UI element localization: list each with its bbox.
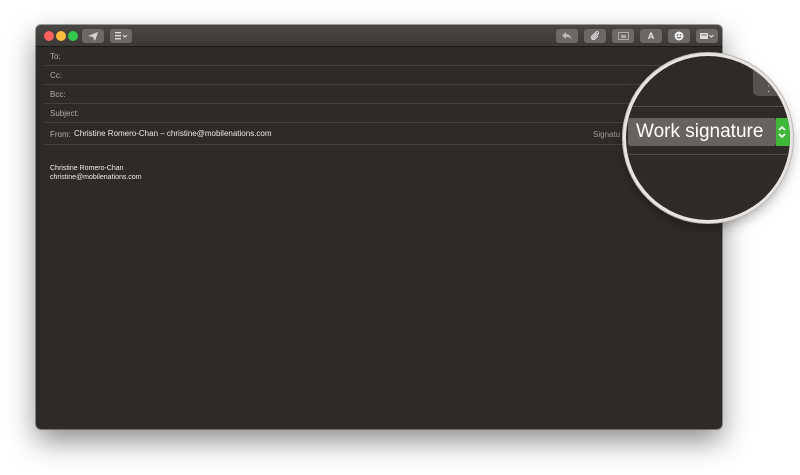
- from-label: From:: [50, 130, 71, 139]
- close-window-button[interactable]: [44, 31, 54, 41]
- minimize-window-button[interactable]: [56, 31, 66, 41]
- to-label: To:: [50, 52, 61, 61]
- zoom-magnifier: ⁚ Work signature: [626, 56, 790, 220]
- emoji-button[interactable]: [668, 29, 690, 43]
- titlebar: A: [36, 25, 722, 47]
- send-button[interactable]: [82, 29, 104, 43]
- format-text-button[interactable]: A: [640, 29, 662, 43]
- magnified-button-icon: ⁚: [767, 84, 771, 94]
- header-fields-button[interactable]: [110, 29, 132, 43]
- reply-button[interactable]: [556, 29, 578, 43]
- bcc-field[interactable]: Bcc:: [44, 85, 722, 104]
- from-row: From: Christine Romero-Chan – christine@…: [44, 123, 722, 145]
- magnified-divider-lower: [626, 154, 790, 155]
- compose-window: A To: Cc: Bcc: Subject: From: Christine …: [36, 25, 722, 429]
- signature-name: Christine Romero-Chan: [50, 165, 124, 172]
- from-account-select[interactable]: Christine Romero-Chan – christine@mobile…: [74, 129, 272, 138]
- signature-select-value: Work signature: [636, 121, 764, 142]
- reply-icon: [562, 32, 572, 40]
- signature-label: Signatu: [593, 130, 621, 139]
- signature-email: christine@mobilenations.com: [50, 174, 142, 181]
- bcc-label: Bcc:: [50, 90, 66, 99]
- subject-label: Subject:: [50, 109, 79, 118]
- maximize-window-button[interactable]: [68, 31, 78, 41]
- chevron-up-down-icon: [778, 125, 786, 139]
- stationery-icon: [700, 33, 714, 39]
- format-text-icon: A: [647, 31, 655, 41]
- send-icon: [88, 31, 98, 41]
- header-fields-icon: [114, 32, 127, 40]
- photo-browser-icon: [617, 32, 629, 40]
- message-body[interactable]: Christine Romero-Chan christine@mobilena…: [50, 164, 142, 182]
- magnified-button: ⁚: [753, 56, 790, 96]
- subject-field[interactable]: Subject:: [44, 104, 722, 123]
- attachment-icon: [590, 31, 600, 41]
- signature-select[interactable]: Work signature: [628, 118, 776, 146]
- to-field[interactable]: To:: [44, 47, 722, 66]
- photo-browser-button[interactable]: [612, 29, 634, 43]
- attachment-button[interactable]: [584, 29, 606, 43]
- signature-select-arrows[interactable]: [776, 118, 790, 146]
- cc-field[interactable]: Cc:: [44, 66, 722, 85]
- stationery-button[interactable]: [696, 29, 718, 43]
- magnified-divider: [626, 106, 790, 107]
- emoji-icon: [674, 31, 684, 41]
- cc-label: Cc:: [50, 71, 62, 80]
